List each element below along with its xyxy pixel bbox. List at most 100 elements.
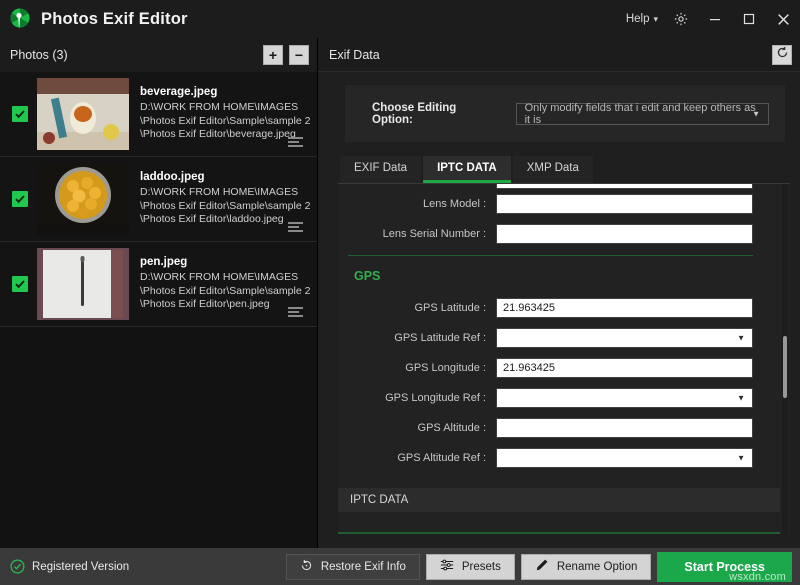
editing-option-value: Only modify fields that i edit and keep …	[524, 101, 756, 126]
field-label: GPS Latitude :	[414, 302, 486, 314]
main-body: Photos (3) + − beverage.jpeg D:\WORK FRO…	[0, 38, 800, 548]
photo-checkbox[interactable]	[12, 191, 28, 207]
photo-checkbox[interactable]	[12, 106, 28, 122]
help-label: Help	[625, 13, 650, 25]
application-window: Photos Exif Editor Help ▾ Photos (3) + −…	[0, 0, 800, 585]
chevron-down-icon: ▼	[752, 109, 760, 118]
tab-xmp-data[interactable]: XMP Data	[512, 156, 593, 183]
close-icon	[776, 12, 791, 27]
photo-thumbnail	[37, 78, 129, 150]
photo-path-line: \Photos Exif Editor\pen.jpeg	[140, 298, 270, 311]
minimize-button[interactable]	[698, 0, 732, 38]
field-row-gps-altitude: GPS Altitude :	[338, 415, 778, 441]
photo-path-line: D:\WORK FROM HOME\IMAGES	[140, 271, 299, 284]
photo-path-line: \Photos Exif Editor\Sample\sample 2	[140, 114, 311, 127]
rename-option-button[interactable]: Rename Option	[520, 553, 652, 580]
photos-panel-header: Photos (3) + −	[0, 38, 317, 72]
gps-longitude-input[interactable]: 21.963425	[496, 358, 753, 378]
editing-option-select[interactable]: Only modify fields that i edit and keep …	[515, 101, 769, 126]
hamburger-icon[interactable]	[288, 222, 303, 232]
field-row-lens-serial-number: Lens Serial Number :	[338, 221, 778, 247]
restore-exif-info-button[interactable]: Restore Exif Info	[285, 553, 420, 580]
photos-panel: Photos (3) + − beverage.jpeg D:\WORK FRO…	[0, 38, 318, 548]
field-label: Lens Model :	[423, 198, 486, 210]
scrollbar-thumb[interactable]	[783, 336, 787, 398]
registration-status: Registered Version	[10, 559, 129, 574]
photo-path-line: D:\WORK FROM HOME\IMAGES	[140, 101, 299, 114]
photo-filename: pen.jpeg	[140, 256, 188, 269]
add-photos-button[interactable]: +	[263, 45, 283, 65]
iptc-section-bar[interactable]: IPTC DATA	[338, 488, 780, 512]
photo-path-line: \Photos Exif Editor\Sample\sample 2	[140, 199, 311, 212]
photo-checkbox[interactable]	[12, 276, 28, 292]
refresh-button[interactable]	[772, 44, 792, 65]
title-bar: Photos Exif Editor Help ▾	[0, 0, 800, 38]
gps-altitude-input[interactable]	[496, 418, 753, 438]
photo-filename: laddoo.jpeg	[140, 171, 205, 184]
fields-form: Lens Model : Lens Serial Number : GPS GP…	[338, 184, 790, 534]
minimize-icon	[708, 12, 722, 26]
fields-list: Lens Model : Lens Serial Number : GPS GP…	[338, 184, 790, 471]
list-item[interactable]: pen.jpeg D:\WORK FROM HOME\IMAGES \Photo…	[0, 242, 317, 327]
hamburger-icon[interactable]	[288, 307, 303, 317]
refresh-icon	[776, 46, 789, 64]
list-item[interactable]: laddoo.jpeg D:\WORK FROM HOME\IMAGES \Ph…	[0, 157, 317, 242]
editing-option-card: Choose Editing Option: Only modify field…	[345, 85, 785, 142]
lens-serial-number-input[interactable]	[496, 224, 753, 244]
photo-filename: beverage.jpeg	[140, 86, 218, 99]
exif-data-panel: Exif Data Choose Editing Option: Only mo…	[318, 38, 800, 548]
photo-meta: pen.jpeg D:\WORK FROM HOME\IMAGES \Photo…	[129, 256, 311, 312]
presets-button[interactable]: Presets	[425, 553, 515, 580]
photo-path-line: \Photos Exif Editor\laddoo.jpeg	[140, 213, 284, 226]
exif-panel-title: Exif Data	[329, 47, 380, 62]
pencil-icon	[535, 558, 549, 575]
maximize-button[interactable]	[732, 0, 766, 38]
photo-meta: beverage.jpeg D:\WORK FROM HOME\IMAGES \…	[129, 86, 311, 142]
list-item[interactable]: beverage.jpeg D:\WORK FROM HOME\IMAGES \…	[0, 72, 317, 157]
field-label: Lens Serial Number :	[382, 228, 486, 240]
field-label: GPS Altitude Ref :	[397, 452, 486, 464]
sliders-icon	[440, 558, 454, 575]
photo-path-line: \Photos Exif Editor\Sample\sample 2	[140, 284, 311, 297]
tab-exif-data[interactable]: EXIF Data	[340, 156, 422, 183]
close-button[interactable]	[766, 0, 800, 38]
field-label: GPS Longitude :	[405, 362, 486, 374]
app-title: Photos Exif Editor	[41, 9, 188, 28]
chevron-down-icon: ▼	[737, 393, 745, 403]
gps-latitude-input[interactable]: 21.963425	[496, 298, 753, 318]
gear-icon	[673, 11, 689, 27]
settings-button[interactable]	[664, 0, 698, 38]
photo-thumbnail	[37, 163, 129, 235]
data-tabs: EXIF Data IPTC DATA XMP Data	[338, 156, 790, 184]
lens-model-input[interactable]	[496, 194, 753, 214]
field-label: GPS Altitude :	[417, 422, 486, 434]
photo-thumbnail	[37, 248, 129, 320]
section-bar-underline	[338, 532, 780, 534]
start-process-button[interactable]: Start Process	[657, 551, 792, 582]
check-circle-icon	[10, 559, 25, 574]
maximize-icon	[742, 12, 756, 26]
vertical-scrollbar[interactable]	[782, 184, 788, 534]
bottom-toolbar: Registered Version Restore Exif Info Pre…	[0, 548, 800, 585]
aperture-icon	[8, 7, 32, 31]
tab-iptc-data[interactable]: IPTC DATA	[423, 156, 511, 183]
editing-option-label: Choose Editing Option:	[372, 101, 457, 126]
remove-photos-button[interactable]: −	[289, 45, 309, 65]
field-row-gps-longitude-ref: GPS Longitude Ref : ▼	[338, 385, 778, 411]
gps-altitude-ref-select[interactable]: ▼	[496, 448, 753, 468]
field-row-gps-altitude-ref: GPS Altitude Ref : ▼	[338, 445, 778, 471]
field-row-gps-latitude: GPS Latitude : 21.963425	[338, 295, 778, 321]
gps-latitude-ref-select[interactable]: ▼	[496, 328, 753, 348]
rename-label: Rename Option	[556, 560, 638, 573]
chevron-down-icon: ▾	[653, 13, 658, 24]
field-input[interactable]	[496, 184, 753, 189]
photo-list[interactable]: beverage.jpeg D:\WORK FROM HOME\IMAGES \…	[0, 72, 317, 548]
field-row-gps-latitude-ref: GPS Latitude Ref : ▼	[338, 325, 778, 351]
exif-panel-header: Exif Data	[318, 38, 800, 72]
hamburger-icon[interactable]	[288, 137, 303, 147]
restore-icon	[300, 559, 313, 575]
photos-count-label: Photos (3)	[10, 48, 68, 62]
gps-longitude-ref-select[interactable]: ▼	[496, 388, 753, 408]
photo-path-line: \Photos Exif Editor\beverage.jpeg	[140, 128, 296, 141]
help-menu-button[interactable]: Help ▾	[620, 9, 664, 29]
